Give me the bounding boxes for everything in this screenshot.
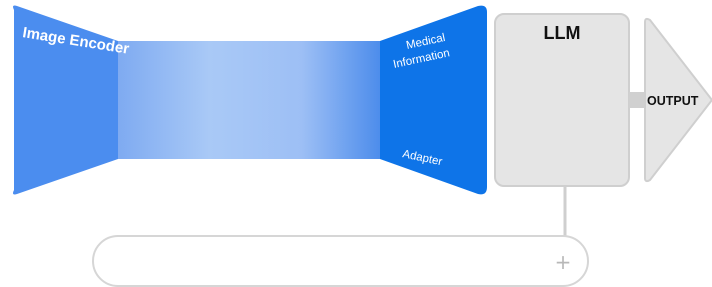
prompt-input-field[interactable] [92,235,589,287]
plus-icon[interactable]: + [555,250,572,274]
embedding-band [117,41,381,159]
prompt-input[interactable]: + [92,235,589,287]
pipeline-diagram: Image Encoder Medical Information Adapte… [13,5,712,287]
llm-output-connector [629,92,644,108]
llm-label: LLM [544,23,581,43]
output-label: OUTPUT [647,94,699,108]
